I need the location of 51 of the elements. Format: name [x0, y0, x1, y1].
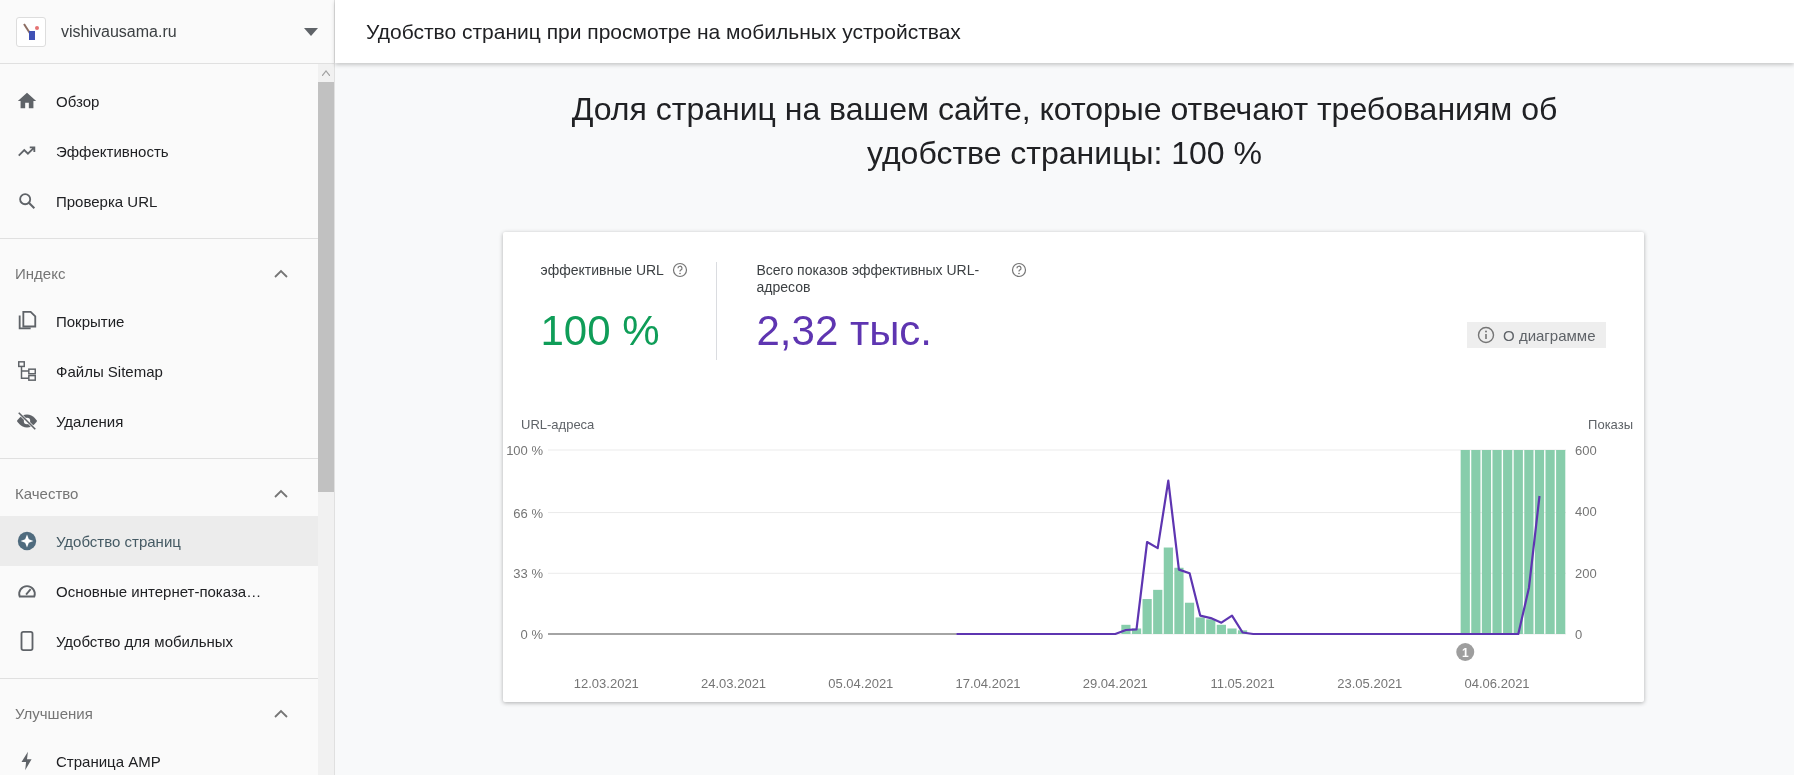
- star-circle-icon: [16, 530, 38, 552]
- axis-tick-label: 33 %: [512, 566, 543, 582]
- axis-tick-label: 29.04.2021: [1082, 676, 1148, 691]
- sitemap-icon: [16, 360, 38, 382]
- section-header[interactable]: Улучшения: [0, 691, 318, 736]
- axis-tick-label: 23.05.2021: [1336, 676, 1402, 691]
- axis-tick-label: 0 %: [520, 627, 543, 642]
- metric-value: 100 %: [540, 308, 661, 354]
- axis-title: Показы: [1587, 417, 1633, 432]
- site-logo-icon: [16, 16, 46, 47]
- help-icon[interactable]: [671, 262, 688, 278]
- dropdown-caret-icon[interactable]: [304, 27, 318, 36]
- scroll-up-icon[interactable]: [322, 70, 330, 76]
- site-name: vishivausama.ru: [61, 22, 178, 41]
- nav-item[interactable]: Удобство страниц: [0, 516, 318, 566]
- copy-icon: [16, 310, 38, 332]
- metric-label: эффективные URL: [540, 262, 664, 279]
- axis-tick-label: 400: [1574, 504, 1597, 520]
- nav-item[interactable]: Страница AMP: [0, 736, 318, 775]
- metric-value: 2,32 тыс.: [756, 308, 933, 354]
- help-icon[interactable]: [1010, 262, 1027, 278]
- axis-tick-label: 600: [1574, 443, 1597, 458]
- nav-item[interactable]: Удаления: [0, 396, 318, 446]
- search-icon: [16, 190, 38, 212]
- eye-off-icon: [16, 410, 38, 432]
- axis-tick-label: 200: [1574, 565, 1597, 581]
- axis-tick-label: 04.06.2021: [1464, 676, 1530, 691]
- nav-item[interactable]: Эффективность: [0, 126, 318, 176]
- nav-item[interactable]: Основные интернет-показа…: [0, 566, 318, 616]
- axis-tick-label: 66 %: [512, 505, 543, 521]
- axis-tick-label: 17.04.2021: [955, 676, 1021, 691]
- metric-label: Всего показов эффективных URL-адресов: [756, 262, 981, 296]
- scrollbar[interactable]: [318, 64, 334, 775]
- section-header[interactable]: Индекс: [0, 251, 318, 296]
- nav-item[interactable]: Файлы Sitemap: [0, 346, 318, 396]
- axis-tick-label: 0: [1574, 627, 1582, 642]
- about-chart-button[interactable]: О диаграмме: [1467, 322, 1606, 348]
- nav-item[interactable]: Удобство для мобильных: [0, 616, 318, 666]
- page-title: Удобство страниц при просмотре на мобильных устройствах: [335, 0, 1794, 63]
- axis-tick-label: 24.03.2021: [700, 676, 766, 691]
- info-icon: [1477, 326, 1496, 344]
- axis-tick-label: 12.03.2021: [573, 676, 639, 691]
- headline: Доля страниц на вашем сайте, которые отвечают требованиям об удобстве страницы: 100 %: [570, 90, 1559, 173]
- section-header[interactable]: Качество: [0, 471, 318, 516]
- nav-item[interactable]: Обзор: [0, 76, 318, 126]
- axis-tick-label: 11.05.2021: [1210, 676, 1275, 691]
- nav-item[interactable]: Проверка URL: [0, 176, 318, 226]
- axis-tick-label: 100 %: [505, 443, 543, 458]
- axis-title: URL-адреса: [520, 417, 594, 432]
- axis-tick-label: 05.04.2021: [827, 676, 893, 691]
- nav-item[interactable]: Покрытие: [0, 296, 318, 346]
